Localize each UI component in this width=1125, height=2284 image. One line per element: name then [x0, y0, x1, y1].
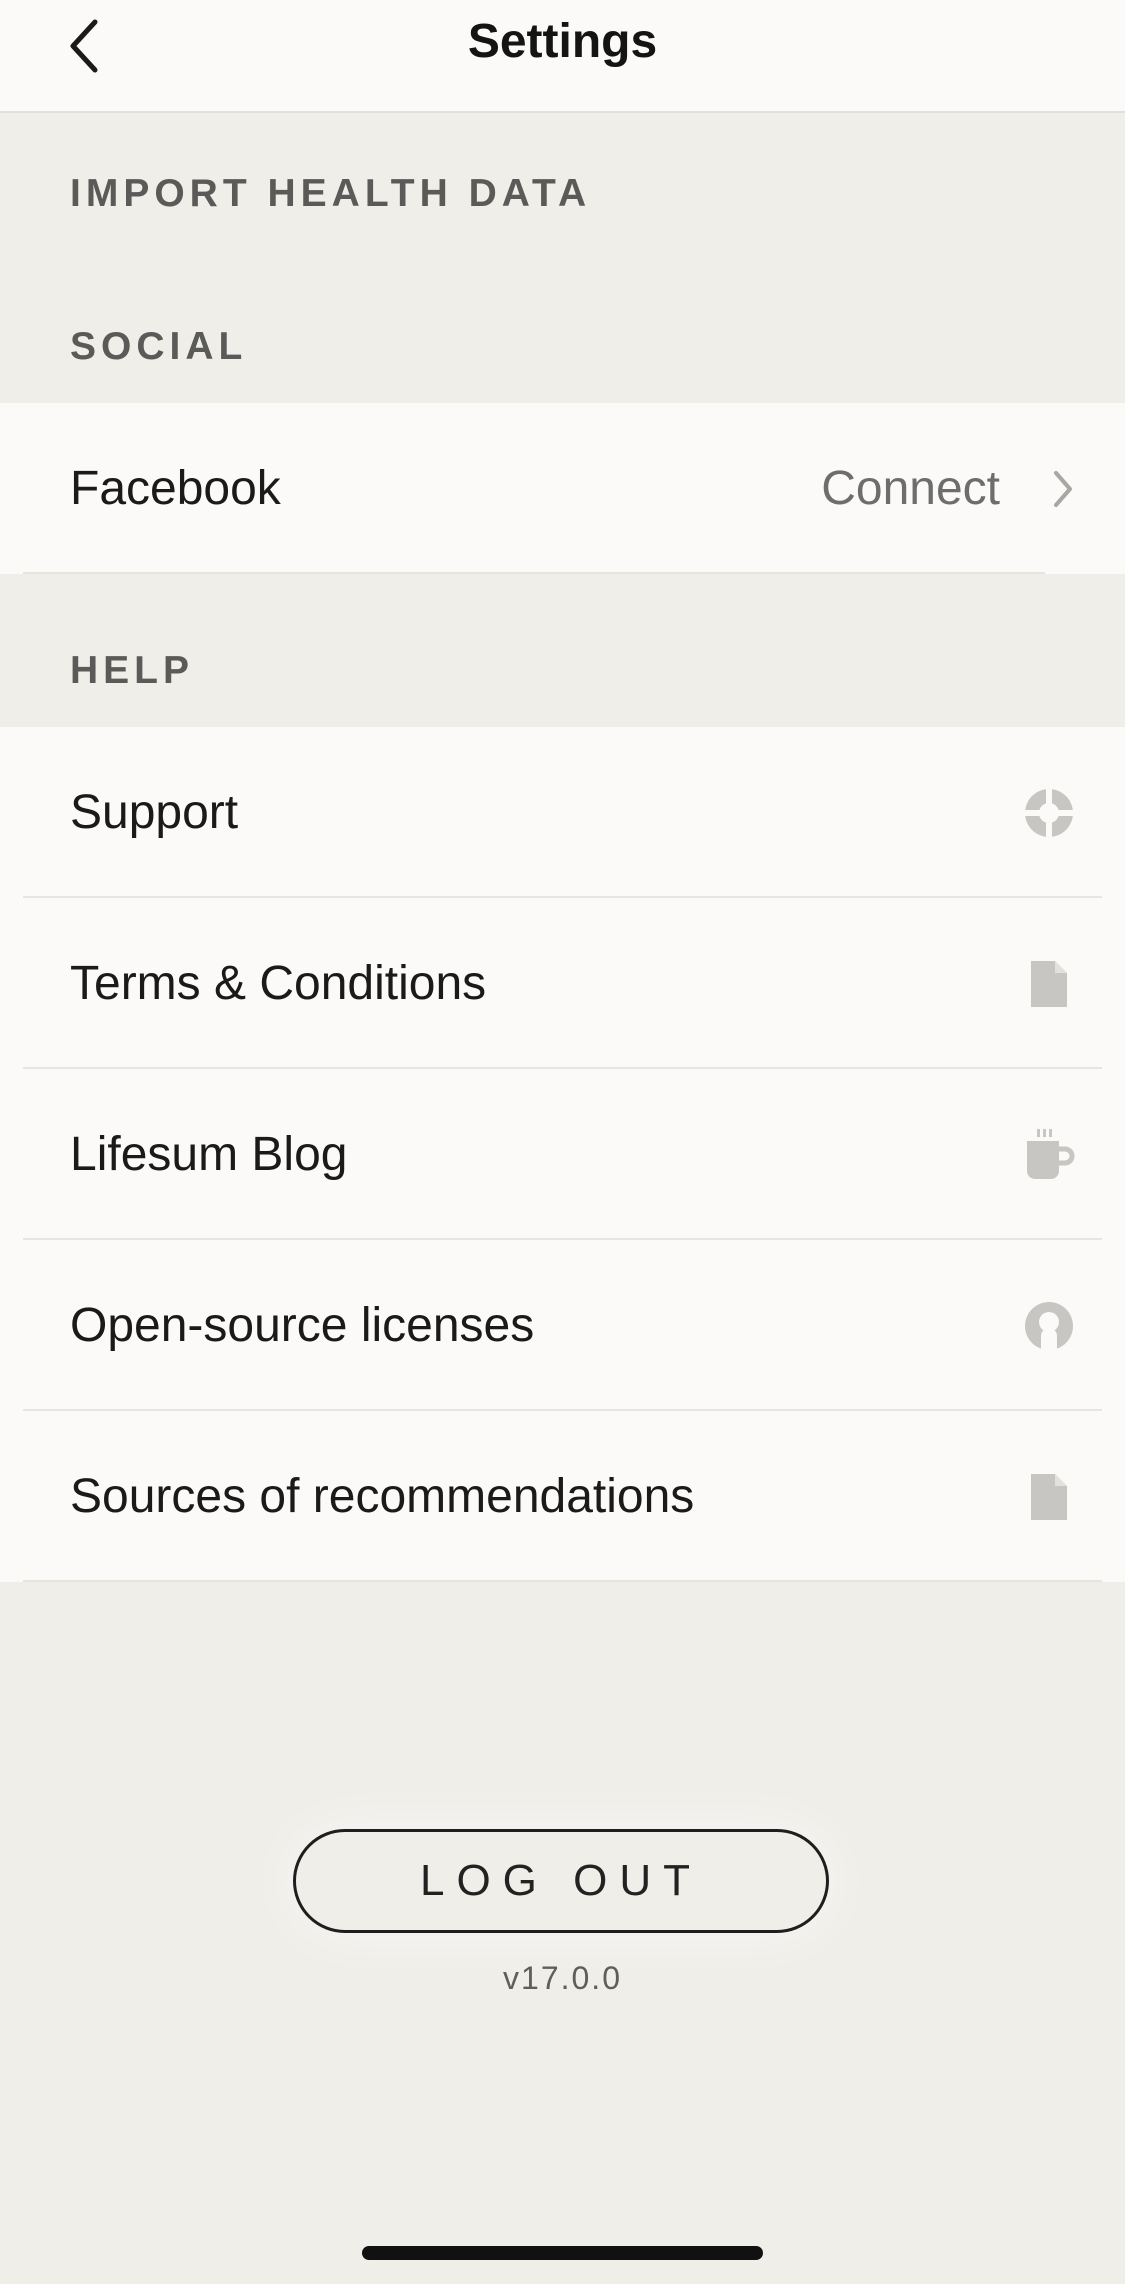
log-out-button[interactable]: LOG OUT: [293, 1829, 829, 1933]
github-icon: [1021, 1298, 1077, 1354]
open-source-licenses-label: Open-source licenses: [70, 1299, 535, 1352]
facebook-connect-value: Connect: [821, 462, 1000, 515]
facebook-row[interactable]: Facebook Connect: [0, 403, 1125, 574]
help-group: Support Terms & Conditions Lifesum Blog: [0, 727, 1125, 1582]
support-row[interactable]: Support: [0, 727, 1125, 898]
app-version: v17.0.0: [503, 1960, 622, 1996]
navigation-bar: Settings: [0, 0, 1125, 113]
chevron-right-icon: [1043, 459, 1083, 519]
facebook-label: Facebook: [70, 462, 281, 515]
home-indicator[interactable]: [362, 2246, 763, 2260]
sources-of-recommendations-row[interactable]: Sources of recommendations: [0, 1411, 1125, 1582]
support-icon: [1021, 785, 1077, 841]
lifesum-blog-row[interactable]: Lifesum Blog: [0, 1069, 1125, 1240]
support-label: Support: [70, 786, 239, 839]
open-source-licenses-row[interactable]: Open-source licenses: [0, 1240, 1125, 1411]
coffee-mug-icon: [1021, 1127, 1077, 1183]
section-header-social: SOCIAL: [70, 325, 248, 368]
terms-conditions-row[interactable]: Terms & Conditions: [0, 898, 1125, 1069]
section-header-help: HELP: [70, 649, 195, 692]
terms-conditions-label: Terms & Conditions: [70, 957, 487, 1010]
lifesum-blog-label: Lifesum Blog: [70, 1128, 348, 1181]
section-header-import-health-data: IMPORT HEALTH DATA: [70, 172, 592, 215]
document-icon: [1021, 1469, 1077, 1525]
document-icon: [1021, 956, 1077, 1012]
page-title: Settings: [467, 15, 658, 68]
sources-of-recommendations-label: Sources of recommendations: [70, 1470, 695, 1523]
social-group: Facebook Connect: [0, 403, 1125, 574]
